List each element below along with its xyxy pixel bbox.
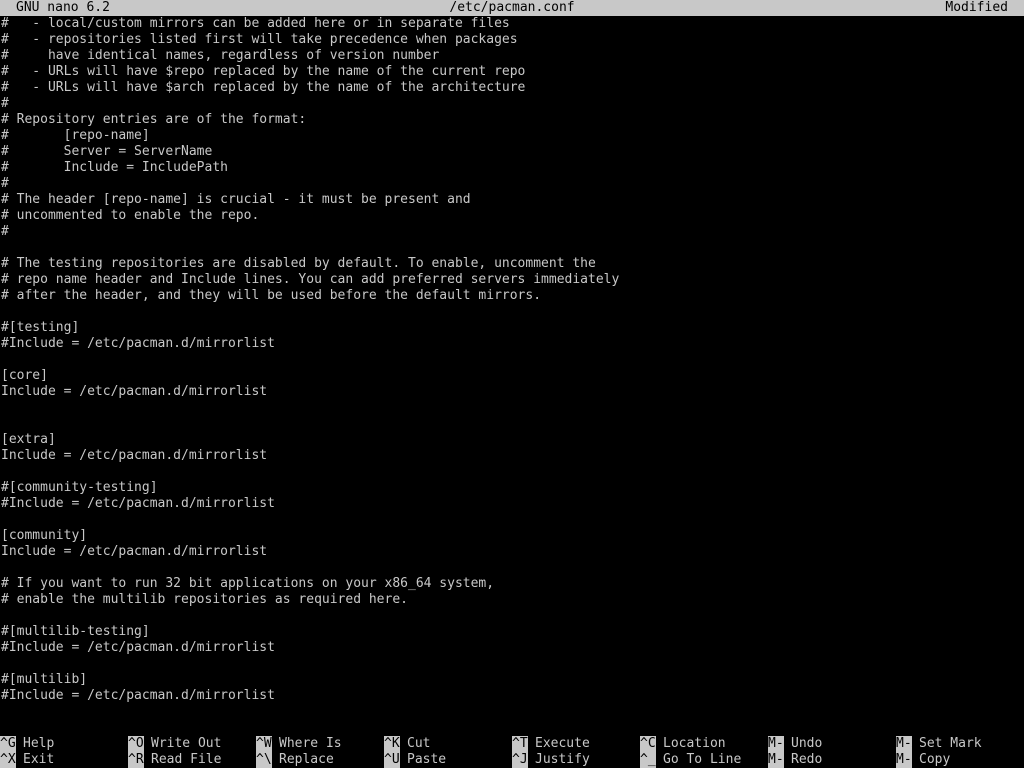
shortcut-exit[interactable]: ^X Exit (0, 752, 54, 768)
shortcut-label: Exit (23, 752, 55, 767)
editor-line[interactable] (0, 400, 1024, 416)
shortcut-redo[interactable]: M-ERedo (768, 752, 822, 768)
shortcut-help[interactable]: ^G Help (0, 736, 54, 752)
editor-line[interactable]: # [repo-name] (0, 128, 1024, 144)
shortcut-key: ^X (0, 752, 16, 768)
title-bar: /etc/pacman.conf GNU nano 6.2 Modified (0, 0, 1024, 16)
editor-line[interactable]: # The testing repositories are disabled … (0, 256, 1024, 272)
editor-line[interactable]: # Server = ServerName (0, 144, 1024, 160)
shortcut-label: Location (663, 736, 726, 751)
shortcut-cut[interactable]: ^K Cut (384, 736, 430, 752)
shortcut-key: ^R (128, 752, 144, 768)
shortcut-go-to-line[interactable]: ^_ Go To Line (640, 752, 741, 768)
file-name: /etc/pacman.conf (449, 0, 575, 15)
shortcut-where-is[interactable]: ^W Where Is (256, 736, 342, 752)
shortcut-key: ^W (256, 736, 272, 752)
editor-line[interactable]: # enable the multilib repositories as re… (0, 592, 1024, 608)
shortcut-key: M-6 (896, 752, 920, 768)
nano-terminal-screen: /etc/pacman.conf GNU nano 6.2 Modified #… (0, 0, 1024, 768)
editor-line[interactable] (0, 608, 1024, 624)
shortcut-key: ^U (384, 752, 400, 768)
shortcut-label: Undo (791, 736, 823, 751)
editor-line[interactable]: #[testing] (0, 320, 1024, 336)
shortcut-location[interactable]: ^C Location (640, 736, 726, 752)
app-version: GNU nano 6.2 (16, 0, 110, 15)
shortcut-key: ^K (384, 736, 400, 752)
shortcut-key: ^O (128, 736, 144, 752)
editor-line[interactable]: # - local/custom mirrors can be added he… (0, 16, 1024, 32)
editor-line[interactable]: Include = /etc/pacman.d/mirrorlist (0, 448, 1024, 464)
shortcut-label: Help (23, 736, 55, 751)
shortcut-label: Where Is (279, 736, 342, 751)
shortcut-label: Justify (535, 752, 590, 767)
shortcut-paste[interactable]: ^U Paste (384, 752, 446, 768)
shortcut-label: Read File (151, 752, 222, 767)
shortcut-read-file[interactable]: ^R Read File (128, 752, 221, 768)
editor-line[interactable]: #Include = /etc/pacman.d/mirrorlist (0, 496, 1024, 512)
editor-line[interactable] (0, 464, 1024, 480)
shortcut-key: ^C (640, 736, 656, 752)
editor-line[interactable]: # Repository entries are of the format: (0, 112, 1024, 128)
shortcut-bar: ^G Help ^X Exit ^O Write Out ^R Read File ^W Wher… (0, 736, 1024, 768)
shortcut-execute[interactable]: ^T Execute (512, 736, 590, 752)
editor-line[interactable] (0, 656, 1024, 672)
editor-line[interactable] (0, 304, 1024, 320)
editor-line[interactable]: # (0, 176, 1024, 192)
shortcut-key: M-U (768, 736, 792, 752)
editor-line[interactable]: [core] (0, 368, 1024, 384)
shortcut-label: Cut (407, 736, 431, 751)
editor-line[interactable]: #Include = /etc/pacman.d/mirrorlist (0, 336, 1024, 352)
editor-line[interactable]: # have identical names, regardless of ve… (0, 48, 1024, 64)
shortcut-label: Write Out (151, 736, 222, 751)
editor-line[interactable]: # - URLs will have $arch replaced by the… (0, 80, 1024, 96)
editor-line[interactable]: [extra] (0, 432, 1024, 448)
editor-line[interactable]: # after the header, and they will be use… (0, 288, 1024, 304)
editor-line[interactable]: #[multilib] (0, 672, 1024, 688)
editor-line[interactable]: [community] (0, 528, 1024, 544)
shortcut-key: ^J (512, 752, 528, 768)
shortcut-key: ^_ (640, 752, 656, 768)
shortcut-write-out[interactable]: ^O Write Out (128, 736, 221, 752)
shortcut-key: ^T (512, 736, 528, 752)
editor-line[interactable]: Include = /etc/pacman.d/mirrorlist (0, 384, 1024, 400)
editor-line[interactable]: # If you want to run 32 bit applications… (0, 576, 1024, 592)
shortcut-copy[interactable]: M-6Copy (896, 752, 950, 768)
editor-buffer[interactable]: # - local/custom mirrors can be added he… (0, 16, 1024, 724)
shortcut-label: Execute (535, 736, 590, 751)
shortcut-key: ^\ (256, 752, 272, 768)
editor-line[interactable] (0, 352, 1024, 368)
editor-line[interactable]: #[multilib-testing] (0, 624, 1024, 640)
shortcut-key: M-A (896, 736, 920, 752)
editor-line[interactable]: # uncommented to enable the repo. (0, 208, 1024, 224)
shortcut-label: Go To Line (663, 752, 742, 767)
editor-line[interactable]: # (0, 224, 1024, 240)
editor-line[interactable]: #Include = /etc/pacman.d/mirrorlist (0, 640, 1024, 656)
editor-line[interactable] (0, 240, 1024, 256)
shortcut-key: M-E (768, 752, 792, 768)
shortcut-set-mark[interactable]: M-ASet Mark (896, 736, 982, 752)
shortcut-label: Redo (791, 752, 823, 767)
editor-line[interactable]: # The header [repo-name] is crucial - it… (0, 192, 1024, 208)
editor-line[interactable] (0, 512, 1024, 528)
editor-line[interactable]: #[community-testing] (0, 480, 1024, 496)
shortcut-label: Set Mark (919, 736, 982, 751)
editor-line[interactable]: # - URLs will have $repo replaced by the… (0, 64, 1024, 80)
shortcut-justify[interactable]: ^J Justify (512, 752, 590, 768)
modified-status: Modified (945, 0, 1008, 15)
editor-line[interactable]: #Include = /etc/pacman.d/mirrorlist (0, 688, 1024, 704)
editor-line[interactable] (0, 560, 1024, 576)
editor-line[interactable] (0, 416, 1024, 432)
editor-line[interactable]: Include = /etc/pacman.d/mirrorlist (0, 544, 1024, 560)
editor-line[interactable]: # Include = IncludePath (0, 160, 1024, 176)
shortcut-replace[interactable]: ^\ Replace (256, 752, 334, 768)
editor-line[interactable]: # (0, 96, 1024, 112)
shortcut-label: Copy (919, 752, 951, 767)
editor-line[interactable]: # repo name header and Include lines. Yo… (0, 272, 1024, 288)
shortcut-key: ^G (0, 736, 16, 752)
editor-line[interactable]: # - repositories listed first will take … (0, 32, 1024, 48)
shortcut-undo[interactable]: M-UUndo (768, 736, 822, 752)
shortcut-label: Paste (407, 752, 447, 767)
shortcut-label: Replace (279, 752, 334, 767)
